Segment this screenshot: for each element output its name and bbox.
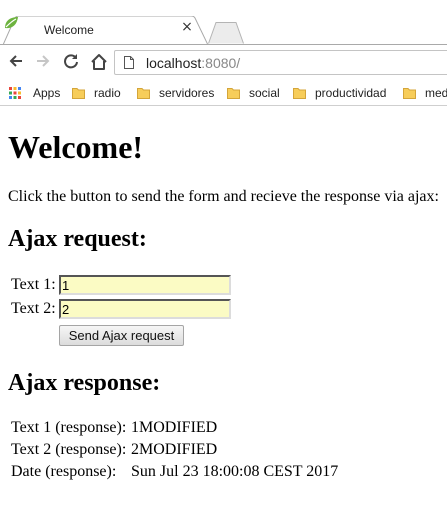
bookmark-social[interactable]: social: [227, 84, 285, 102]
page-info-icon[interactable]: [124, 56, 134, 69]
bookmark-productividad[interactable]: productividad: [293, 84, 393, 102]
tab-title: Welcome: [44, 23, 94, 37]
response-label: Date (response):: [11, 463, 117, 480]
response-label: Text 2 (response):: [11, 441, 127, 458]
bookmark-servidores[interactable]: servidores: [137, 84, 217, 102]
text2-input[interactable]: [59, 299, 231, 319]
apps-grid-icon: [9, 87, 21, 99]
folder-icon: [227, 88, 240, 99]
toolbar: localhost:8080/: [0, 45, 447, 80]
response-heading: Ajax response:: [8, 370, 161, 396]
bookmark-label: med: [425, 86, 447, 100]
folder-icon: [403, 88, 416, 99]
text2-label: Text 2:: [11, 300, 56, 317]
address-bar[interactable]: localhost:8080/: [114, 50, 447, 75]
bookmark-label: productividad: [315, 86, 387, 100]
bookmarks-bar: Apps radio servidores social productivid…: [0, 80, 447, 106]
tab-welcome[interactable]: Welcome ×: [3, 16, 208, 45]
intro-text: Click the button to send the form and re…: [8, 188, 439, 205]
text1-input[interactable]: [59, 275, 231, 295]
text1-row: Text 1:: [11, 274, 241, 296]
response-label: Text 1 (response):: [11, 419, 127, 436]
bookmark-label: Apps: [33, 86, 61, 100]
bookmark-radio[interactable]: radio: [72, 84, 127, 102]
response-value: 2MODIFIED: [131, 441, 218, 458]
page-content: Welcome! Click the button to send the fo…: [0, 107, 447, 515]
request-heading: Ajax request:: [8, 226, 147, 252]
text1-label: Text 1:: [11, 276, 56, 293]
response-value: Sun Jul 23 18:00:08 CEST 2017: [131, 463, 339, 480]
url-port-path: :8080/: [201, 55, 241, 71]
home-icon[interactable]: [89, 53, 109, 73]
bookmark-med[interactable]: med: [403, 84, 447, 102]
text2-row: Text 2:: [11, 298, 241, 320]
tab-shape: [3, 16, 208, 45]
folder-icon: [137, 88, 150, 99]
url-host: localhost: [146, 55, 202, 71]
response-value: 1MODIFIED: [131, 419, 218, 436]
new-tab-icon[interactable]: [208, 22, 244, 44]
send-ajax-button[interactable]: Send Ajax request: [59, 325, 184, 346]
back-icon[interactable]: [6, 53, 26, 73]
forward-icon[interactable]: [33, 53, 53, 73]
close-icon[interactable]: ×: [179, 19, 195, 35]
bookmark-apps[interactable]: Apps: [9, 84, 64, 102]
page-title: Welcome!: [8, 129, 144, 165]
bookmark-label: servidores: [159, 86, 215, 100]
reload-icon[interactable]: [61, 53, 81, 73]
folder-icon: [72, 88, 85, 99]
spring-leaf-icon: [5, 17, 18, 29]
tab-strip: Welcome ×: [0, 0, 447, 45]
bookmark-label: radio: [94, 86, 121, 100]
url-text[interactable]: localhost:8080/: [146, 55, 240, 71]
bookmark-label: social: [249, 86, 280, 100]
folder-icon: [293, 88, 306, 99]
